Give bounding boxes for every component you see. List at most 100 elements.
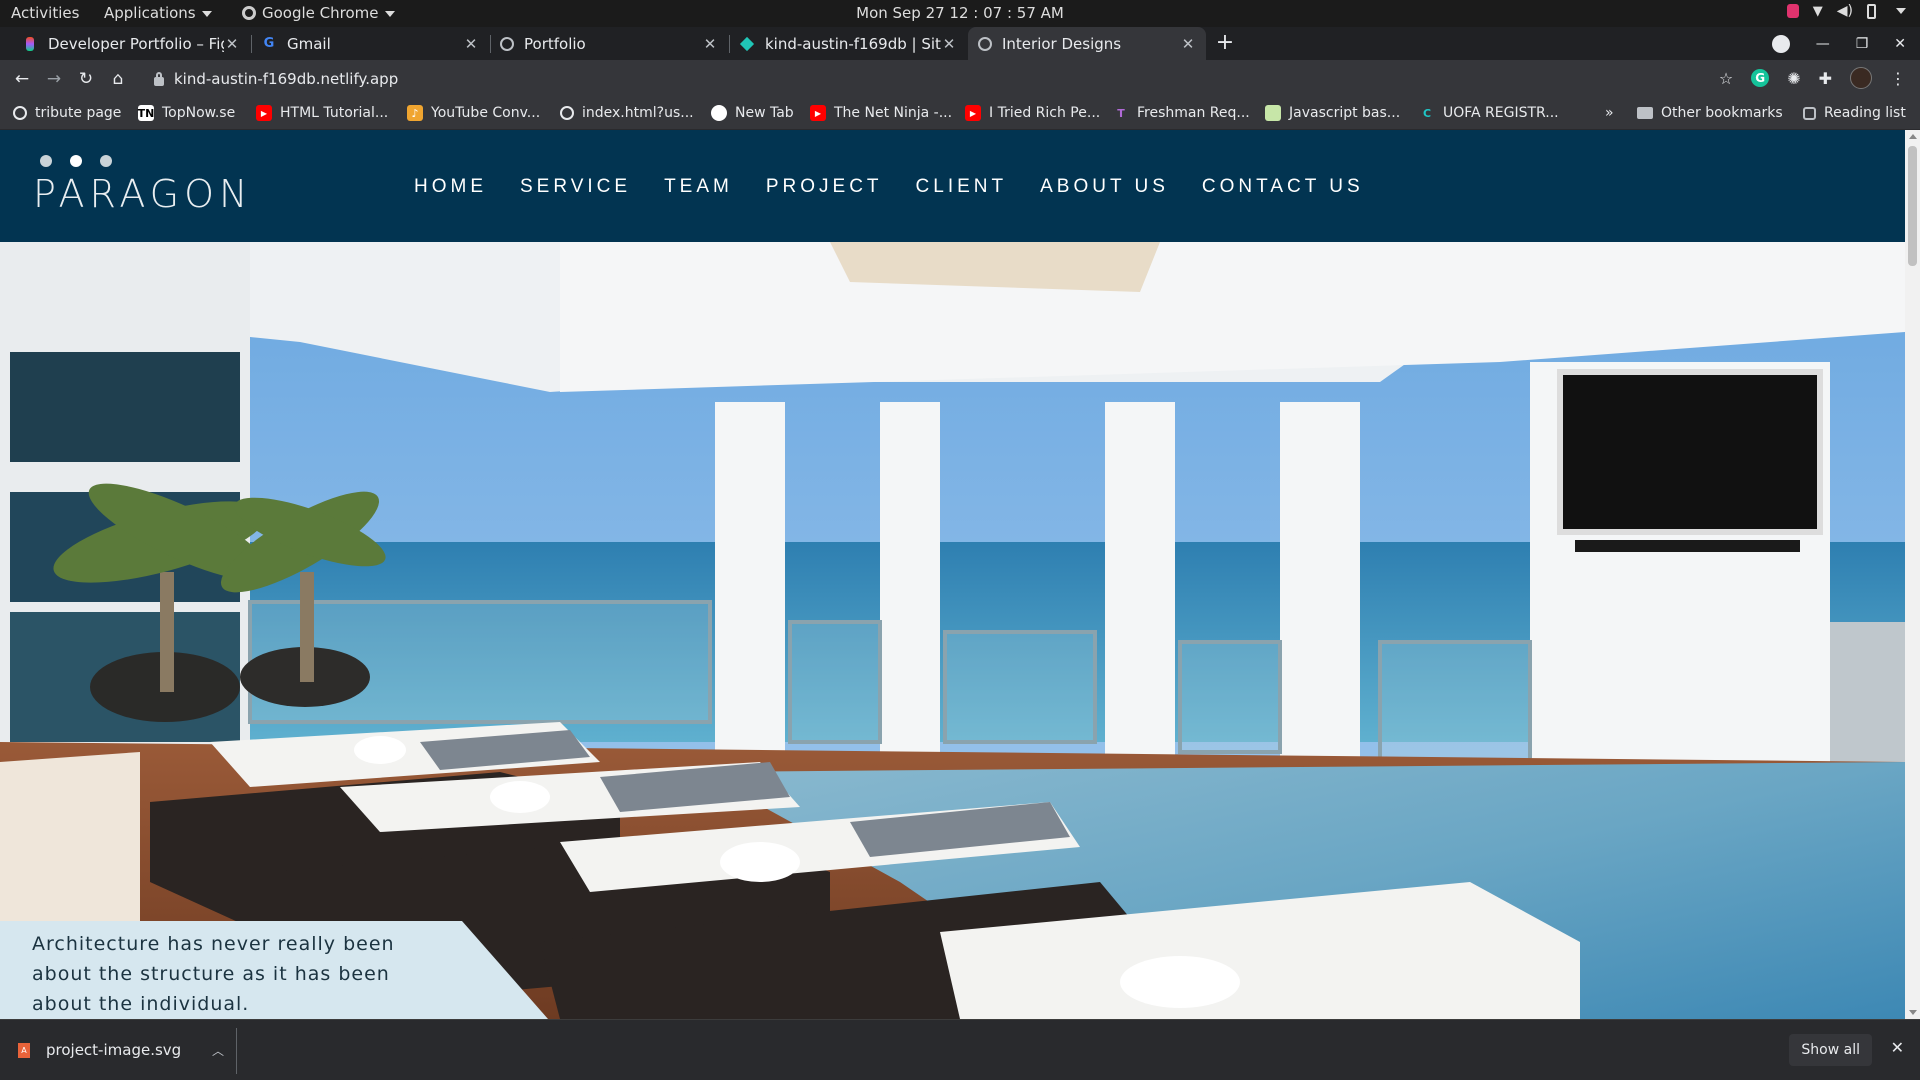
window-controls: — ❐ ✕	[1771, 27, 1906, 60]
reading-list-icon	[1803, 106, 1816, 120]
chevron-down-icon	[384, 10, 395, 17]
bookmark-index-html[interactable]: index.html?us...	[560, 105, 694, 121]
bookmark-label: The Net Ninja -...	[834, 105, 953, 121]
close-icon[interactable]: ✕	[463, 35, 479, 53]
tab-developer-portfolio[interactable]: Developer Portfolio – Figma ✕	[12, 27, 250, 60]
bookmark-topnow[interactable]: TN TopNow.se	[138, 105, 235, 121]
bookmark-net-ninja[interactable]: ▶ The Net Ninja -...	[810, 105, 952, 121]
web-page: PARAGON HOME SERVICE TEAM PROJECT CLIENT…	[0, 130, 1905, 1019]
nav-contact-us[interactable]: CONTACT US	[1202, 176, 1364, 198]
bookmark-star-icon[interactable]: ☆	[1719, 69, 1733, 88]
system-tray[interactable]: ▼ ◀)	[1786, 3, 1906, 19]
new-tab-button[interactable]: +	[1212, 31, 1238, 57]
tab-strip: Developer Portfolio – Figma ✕ G Gmail ✕ …	[0, 27, 1920, 60]
bookmark-tribute-page[interactable]: tribute page	[13, 105, 121, 121]
extension-icon[interactable]: ✺	[1787, 69, 1800, 88]
close-icon[interactable]: ✕	[1891, 1038, 1904, 1057]
scroll-thumb[interactable]	[1908, 146, 1917, 266]
other-bookmarks[interactable]: Other bookmarks	[1637, 105, 1783, 121]
bookmark-label: HTML Tutorial...	[280, 105, 389, 121]
profile-avatar[interactable]	[1850, 67, 1872, 89]
figma-icon	[22, 36, 38, 52]
home-button[interactable]: ⌂	[106, 67, 130, 91]
menu-icon[interactable]: ⋮	[1890, 69, 1906, 88]
nav-home[interactable]: HOME	[414, 176, 487, 198]
show-all-button[interactable]: Show all	[1789, 1034, 1872, 1066]
browser-toolbar: ← → ↻ ⌂ kind-austin-f169db.netlify.app ☆…	[0, 60, 1920, 98]
bookmark-javascript-bas[interactable]: Javascript bas...	[1265, 105, 1400, 121]
activities-button[interactable]: Activities	[11, 4, 79, 22]
download-filename: project-image.svg	[46, 1041, 182, 1059]
tab-interior-designs[interactable]: Interior Designs ✕	[968, 27, 1206, 60]
scroll-down-icon[interactable]	[1909, 1010, 1917, 1015]
chrome-icon	[242, 6, 256, 20]
rooftop-pool-photo	[0, 242, 1905, 1019]
logo-dot	[100, 155, 112, 167]
tab-title: Portfolio	[524, 34, 586, 53]
tab-portfolio[interactable]: Portfolio ✕	[490, 27, 728, 60]
tab-title: Developer Portfolio – Figma	[48, 34, 224, 53]
bookmark-html-tutorial[interactable]: ▶ HTML Tutorial...	[256, 105, 388, 121]
bookmark-i-tried-rich[interactable]: ▶ I Tried Rich Pe...	[965, 105, 1100, 121]
applications-menu[interactable]: Applications	[104, 4, 212, 22]
site-logo[interactable]: PARAGON	[33, 172, 252, 216]
puzzle-icon[interactable]: ✚	[1819, 69, 1832, 88]
close-icon[interactable]: ✕	[1180, 35, 1196, 53]
tab-gmail[interactable]: G Gmail ✕	[251, 27, 489, 60]
nav-service[interactable]: SERVICE	[520, 176, 631, 198]
more-bookmarks-button[interactable]: »	[1605, 105, 1614, 121]
nav-team[interactable]: TEAM	[664, 176, 733, 198]
close-icon[interactable]: ✕	[224, 35, 240, 53]
globe-icon	[978, 36, 992, 51]
back-button[interactable]: ←	[10, 67, 34, 91]
circle-icon	[711, 105, 727, 121]
bookmark-label: TopNow.se	[162, 105, 236, 121]
grammarly-icon[interactable]: G	[1751, 69, 1770, 87]
forward-button[interactable]: →	[42, 67, 66, 91]
maximize-button[interactable]: ❐	[1856, 36, 1869, 52]
folder-icon	[1637, 107, 1653, 119]
applications-label: Applications	[104, 4, 196, 22]
close-window-button[interactable]: ✕	[1894, 36, 1906, 52]
file-icon: A	[18, 1042, 30, 1058]
site-header: PARAGON HOME SERVICE TEAM PROJECT CLIENT…	[0, 130, 1905, 242]
battery-icon	[1867, 3, 1876, 19]
netlify-icon	[739, 36, 755, 52]
hero-image: Architecture has never really been about…	[0, 242, 1905, 1019]
nav-client[interactable]: CLIENT	[916, 176, 1008, 198]
nav-project[interactable]: PROJECT	[766, 176, 883, 198]
bookmark-label: New Tab	[735, 105, 794, 121]
nav-about-us[interactable]: ABOUT US	[1040, 176, 1169, 198]
close-icon[interactable]: ✕	[941, 35, 957, 53]
reading-list[interactable]: Reading list	[1803, 105, 1906, 121]
minimize-button[interactable]: —	[1816, 36, 1830, 52]
close-icon[interactable]: ✕	[702, 35, 718, 53]
address-bar[interactable]: kind-austin-f169db.netlify.app	[140, 63, 1760, 95]
bookmark-label: UOFA REGISTR...	[1443, 105, 1559, 121]
hero-caption-panel: Architecture has never really been about…	[0, 921, 548, 1019]
c-icon: C	[1422, 106, 1432, 120]
bookmark-youtube-conv[interactable]: ♪ YouTube Conv...	[407, 105, 540, 121]
wifi-icon: ▼	[1812, 3, 1823, 19]
bookmark-label: index.html?us...	[582, 105, 694, 121]
page-scrollbar[interactable]	[1905, 130, 1920, 1019]
reload-button[interactable]: ↻	[74, 67, 98, 91]
download-item[interactable]: A project-image.svg ︿	[18, 1032, 236, 1068]
tab-netlify[interactable]: kind-austin-f169db | Site overview ✕	[729, 27, 967, 60]
bookmark-label: YouTube Conv...	[431, 105, 541, 121]
logo-dot	[70, 155, 82, 167]
chevron-up-icon[interactable]: ︿	[212, 1042, 224, 1059]
scroll-up-icon[interactable]	[1909, 134, 1917, 139]
color-picker-icon	[1786, 4, 1799, 18]
youtube-icon: ▶	[810, 105, 826, 121]
app-menu[interactable]: Google Chrome	[242, 4, 395, 22]
tab-search-icon[interactable]	[1771, 34, 1790, 53]
bookmark-freshman-req[interactable]: T Freshman Req...	[1113, 105, 1250, 121]
bookmark-new-tab[interactable]: New Tab	[711, 105, 794, 121]
url-text[interactable]: kind-austin-f169db.netlify.app	[174, 70, 398, 88]
tn-icon: TN	[137, 105, 155, 121]
t-icon: T	[1117, 106, 1125, 120]
youtube-icon: ▶	[965, 105, 981, 121]
bookmark-uofa-registr[interactable]: C UOFA REGISTR...	[1419, 105, 1559, 121]
hero-caption-text: Architecture has never really been about…	[32, 933, 395, 1015]
